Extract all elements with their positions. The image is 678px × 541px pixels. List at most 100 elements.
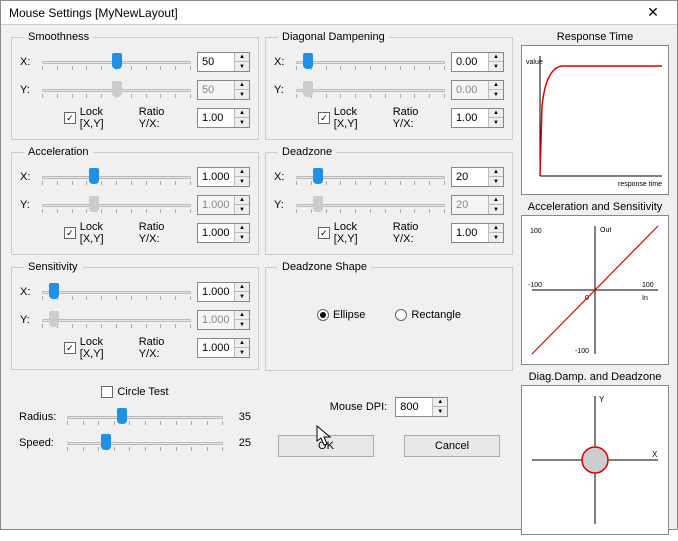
acceleration-x-slider[interactable] — [42, 168, 191, 186]
smoothness-x-input[interactable] — [198, 53, 234, 71]
spin-down-icon: ▼ — [489, 205, 503, 214]
spin-up-icon[interactable]: ▲ — [235, 283, 249, 292]
deadzone-x-slider[interactable] — [296, 168, 445, 186]
diagonal-x-slider[interactable] — [296, 53, 445, 71]
diagonal-x-input[interactable] — [452, 53, 488, 71]
smoothness-y-slider — [42, 81, 191, 99]
smoothness-y-label: Y: — [20, 84, 36, 96]
acceleration-y-input — [198, 196, 234, 214]
spin-up-icon[interactable]: ▲ — [235, 168, 249, 177]
svg-text:100: 100 — [530, 228, 542, 235]
spin-down-icon[interactable]: ▼ — [489, 62, 503, 71]
spin-up-icon[interactable]: ▲ — [235, 339, 249, 348]
deadzone-legend: Deadzone — [278, 146, 336, 158]
acceleration-lock-checkbox[interactable]: ✓Lock [X,Y] — [64, 221, 129, 245]
titlebar: Mouse Settings [MyNewLayout] ✕ — [1, 1, 677, 25]
acceleration-chart: In Out 0 100 100 -100 -100 — [521, 215, 669, 365]
spin-down-icon[interactable]: ▼ — [235, 118, 249, 127]
sensitivity-ratio-input[interactable] — [198, 339, 234, 357]
deadzone-shape-group: Deadzone Shape Ellipse Rectangle — [265, 261, 513, 371]
diagonal-lock-checkbox[interactable]: ✓Lock [X,Y] — [318, 106, 383, 130]
smoothness-lock-checkbox[interactable]: ✓Lock [X,Y] — [64, 106, 129, 130]
diagonal-y-label: Y: — [274, 84, 290, 96]
sensitivity-x-input[interactable] — [198, 283, 234, 301]
svg-text:-100: -100 — [575, 348, 589, 355]
deadzone-x-label: X: — [274, 171, 290, 183]
spin-up-icon[interactable]: ▲ — [235, 53, 249, 62]
spin-down-icon[interactable]: ▼ — [489, 233, 503, 242]
acceleration-ratio-label: Ratio Y/X: — [139, 221, 187, 245]
smoothness-ratio-input[interactable] — [198, 109, 234, 127]
deadzone-ratio-label: Ratio Y/X: — [393, 221, 441, 245]
deadzone-x-input[interactable] — [452, 168, 488, 186]
svg-text:In: In — [642, 295, 648, 302]
deadzone-y-slider — [296, 196, 445, 214]
spin-down-icon: ▼ — [235, 320, 249, 329]
diagonal-ratio-input[interactable] — [452, 109, 488, 127]
spin-up-icon[interactable]: ▲ — [489, 109, 503, 118]
spin-down-icon[interactable]: ▼ — [235, 177, 249, 186]
svg-text:response time: response time — [618, 181, 662, 188]
sensitivity-y-input — [198, 311, 234, 329]
spin-down-icon[interactable]: ▼ — [235, 292, 249, 301]
ellipse-radio[interactable]: Ellipse — [317, 309, 365, 321]
diagonal-x-label: X: — [274, 56, 290, 68]
dpi-label: Mouse DPI: — [330, 401, 387, 413]
spin-down-icon[interactable]: ▼ — [489, 177, 503, 186]
sensitivity-x-slider[interactable] — [42, 283, 191, 301]
cancel-button[interactable]: Cancel — [404, 435, 500, 457]
spin-up-icon[interactable]: ▲ — [489, 224, 503, 233]
smoothness-x-slider[interactable] — [42, 53, 191, 71]
deadzone-lock-checkbox[interactable]: ✓Lock [X,Y] — [318, 221, 383, 245]
acceleration-y-label: Y: — [20, 199, 36, 211]
sensitivity-x-label: X: — [20, 286, 36, 298]
sensitivity-y-label: Y: — [20, 314, 36, 326]
rectangle-radio[interactable]: Rectangle — [395, 309, 461, 321]
deadzone-y-label: Y: — [274, 199, 290, 211]
spin-down-icon[interactable]: ▼ — [235, 233, 249, 242]
accel-chart-title: Acceleration and Sensitivity — [521, 201, 669, 213]
spin-up-icon: ▲ — [489, 81, 503, 90]
radius-slider[interactable] — [67, 408, 223, 426]
sensitivity-lock-checkbox[interactable]: ✓Lock [X,Y] — [64, 336, 129, 360]
diagonal-y-slider — [296, 81, 445, 99]
acceleration-x-input[interactable] — [198, 168, 234, 186]
spin-down-icon: ▼ — [235, 205, 249, 214]
deadzone-ratio-input[interactable] — [452, 224, 488, 242]
window-title: Mouse Settings [MyNewLayout] — [9, 6, 637, 20]
acceleration-ratio-input[interactable] — [198, 224, 234, 242]
response-time-chart: value response time — [521, 45, 669, 195]
speed-slider[interactable] — [67, 434, 223, 452]
spin-up-icon: ▲ — [235, 311, 249, 320]
spin-up-icon: ▲ — [235, 196, 249, 205]
response-chart-title: Response Time — [521, 31, 669, 43]
svg-text:Y: Y — [599, 395, 605, 404]
circle-test-checkbox[interactable]: Circle Test — [101, 386, 168, 398]
acceleration-y-slider — [42, 196, 191, 214]
spin-up-icon: ▲ — [235, 81, 249, 90]
svg-text:Out: Out — [600, 227, 611, 234]
spin-down-icon[interactable]: ▼ — [433, 407, 447, 416]
spin-down-icon[interactable]: ▼ — [235, 348, 249, 357]
spin-up-icon[interactable]: ▲ — [489, 53, 503, 62]
svg-text:value: value — [526, 59, 543, 66]
spin-up-icon[interactable]: ▲ — [489, 168, 503, 177]
sensitivity-ratio-label: Ratio Y/X: — [139, 336, 187, 360]
spin-up-icon[interactable]: ▲ — [433, 398, 447, 407]
acceleration-x-label: X: — [20, 171, 36, 183]
diagonal-ratio-label: Ratio Y/X: — [393, 106, 441, 130]
diagonal-group: Diagonal Dampening X: ▲▼ Y: ▲▼ ✓Lock [X,… — [265, 31, 513, 140]
deadzone-group: Deadzone X: ▲▼ Y: ▲▼ ✓Lock [X,Y] Ratio Y… — [265, 146, 513, 255]
dpi-input[interactable] — [396, 398, 432, 416]
spin-down-icon: ▼ — [489, 90, 503, 99]
speed-value: 25 — [229, 437, 251, 449]
spin-up-icon[interactable]: ▲ — [235, 109, 249, 118]
diag-chart-title: Diag.Damp. and Deadzone — [521, 371, 669, 383]
spin-down-icon[interactable]: ▼ — [489, 118, 503, 127]
spin-down-icon[interactable]: ▼ — [235, 62, 249, 71]
acceleration-group: Acceleration X: ▲▼ Y: ▲▼ ✓Lock [X,Y] Rat… — [11, 146, 259, 255]
spin-up-icon[interactable]: ▲ — [235, 224, 249, 233]
ok-button[interactable]: OK — [278, 435, 374, 457]
close-icon[interactable]: ✕ — [637, 4, 669, 21]
radius-label: Radius: — [19, 411, 61, 423]
